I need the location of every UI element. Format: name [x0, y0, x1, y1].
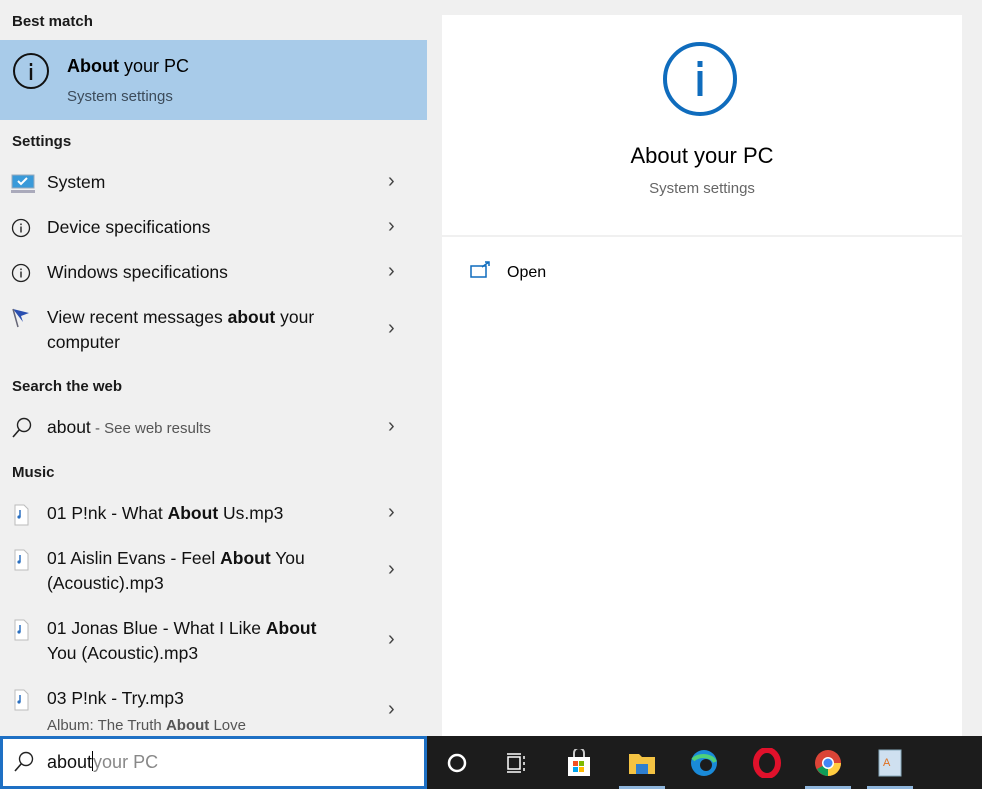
chevron-right-icon: ›: [388, 698, 395, 720]
svg-text:A: A: [883, 757, 891, 769]
microsoft-store-icon: [568, 748, 590, 776]
app-icon: A: [878, 749, 902, 776]
search-input[interactable]: aboutyour PC: [0, 736, 427, 789]
preview-subtitle: System settings: [649, 180, 755, 197]
section-header-best-match: Best match: [12, 13, 93, 30]
edge-button[interactable]: [679, 736, 729, 789]
best-match-title: About your PC: [67, 56, 190, 76]
chrome-button[interactable]: [803, 736, 853, 789]
section-header-search-web: Search the web: [12, 378, 123, 395]
section-header-settings: Settings: [12, 133, 72, 150]
preview-title: About your PC: [630, 143, 774, 168]
mp3-file-icon: [14, 619, 29, 641]
search-results-pane: Best match About your PC System settings…: [0, 0, 427, 736]
mp3-file-icon: [14, 549, 29, 571]
divider: [442, 235, 962, 237]
best-match-subtitle: System settings: [67, 88, 173, 105]
file-explorer-button[interactable]: [617, 736, 667, 789]
task-view-icon: [507, 752, 525, 773]
app-button[interactable]: A: [865, 736, 915, 789]
settings-item-view-recent-messages[interactable]: View recent messages about your computer…: [0, 305, 427, 357]
settings-item-device-specifications[interactable]: Device specifications ›: [0, 215, 427, 243]
microsoft-store-button[interactable]: [554, 736, 604, 789]
info-icon: [663, 42, 737, 116]
chevron-right-icon: ›: [388, 501, 395, 523]
chevron-right-icon: ›: [388, 317, 395, 339]
music-item[interactable]: 01 Aislin Evans - Feel About You (Acoust…: [0, 546, 427, 598]
task-view-button[interactable]: [492, 736, 542, 789]
chrome-icon: [815, 749, 841, 776]
opera-icon: [753, 747, 781, 778]
preview-pane: About your PC System settings Open: [442, 15, 962, 736]
opera-button[interactable]: [742, 736, 792, 789]
section-header-music: Music: [12, 464, 55, 481]
search-icon: [14, 751, 34, 772]
monitor-icon: [11, 174, 35, 193]
chevron-right-icon: ›: [388, 558, 395, 580]
info-icon: [11, 263, 31, 283]
chevron-right-icon: ›: [388, 628, 395, 650]
mp3-file-icon: [14, 689, 29, 711]
settings-item-windows-specifications[interactable]: Windows specifications ›: [0, 260, 427, 288]
cortana-button[interactable]: [432, 736, 482, 789]
music-item[interactable]: 01 P!nk - What About Us.mp3 ›: [0, 501, 427, 529]
chevron-right-icon: ›: [388, 170, 395, 192]
settings-item-system[interactable]: System ›: [0, 170, 427, 198]
open-external-icon: [470, 261, 490, 278]
search-icon: [12, 417, 32, 438]
chevron-right-icon: ›: [388, 415, 395, 437]
best-match-item[interactable]: About your PC System settings: [0, 40, 427, 120]
chevron-right-icon: ›: [388, 260, 395, 282]
taskbar: A: [427, 736, 982, 789]
chevron-right-icon: ›: [388, 215, 395, 237]
open-button[interactable]: Open: [470, 259, 670, 289]
music-item[interactable]: 03 P!nk - Try.mp3 Album: The Truth About…: [0, 686, 427, 736]
web-search-item[interactable]: about - See web results ›: [0, 415, 427, 443]
info-icon: [13, 53, 49, 89]
info-icon: [11, 218, 31, 238]
mp3-file-icon: [14, 504, 29, 526]
cortana-icon: [447, 753, 467, 772]
music-item[interactable]: 01 Jonas Blue - What I Like About You (A…: [0, 616, 427, 668]
edge-icon: [691, 749, 717, 776]
flag-icon: [12, 308, 29, 328]
folder-icon: [629, 753, 655, 774]
